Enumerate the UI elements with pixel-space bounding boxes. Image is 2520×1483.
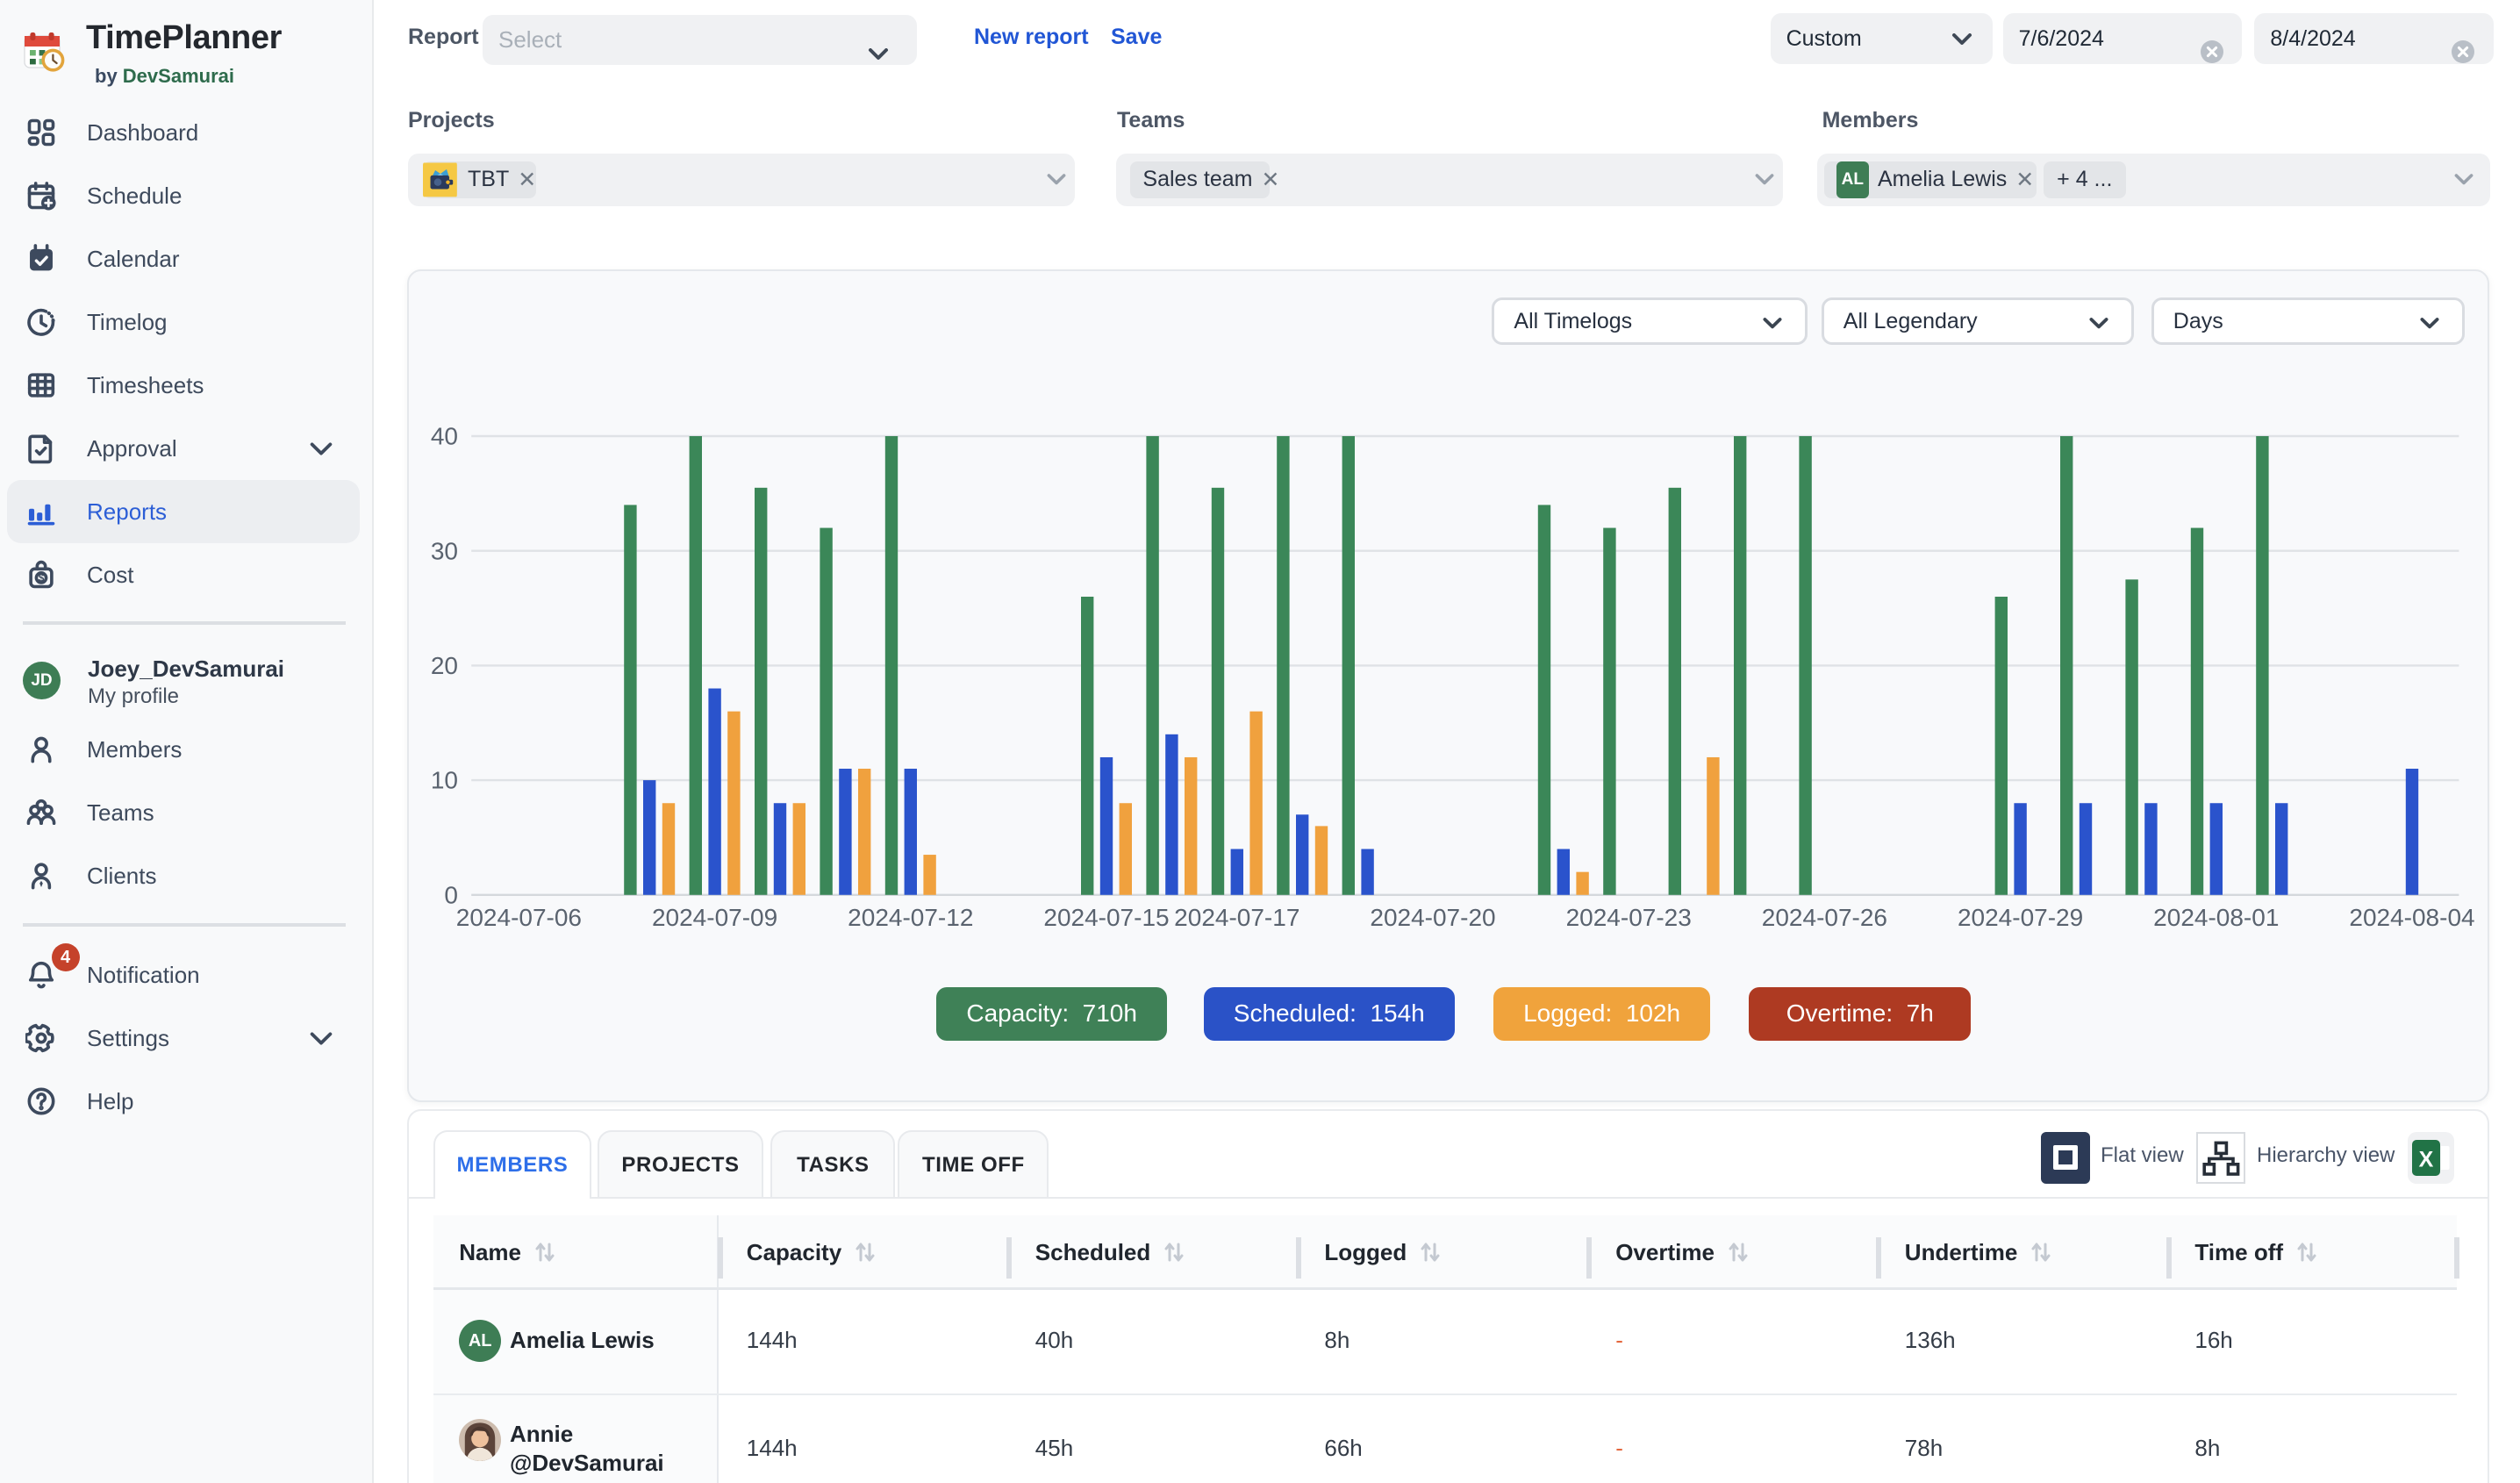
svg-text:2024-07-09: 2024-07-09: [652, 904, 777, 931]
svg-text:2024-07-20: 2024-07-20: [1370, 904, 1495, 931]
svg-text:40: 40: [430, 422, 457, 449]
svg-text:2024-07-26: 2024-07-26: [1761, 904, 1886, 931]
svg-text:2024-07-12: 2024-07-12: [848, 904, 973, 931]
svg-text:20: 20: [430, 652, 457, 679]
svg-text:$: $: [39, 573, 45, 584]
svg-text:10: 10: [430, 766, 457, 793]
svg-text:2024-07-15: 2024-07-15: [1043, 904, 1169, 931]
svg-text:2024-07-29: 2024-07-29: [1958, 904, 2083, 931]
svg-text:2024-08-04: 2024-08-04: [2349, 904, 2474, 931]
svg-text:2024-07-17: 2024-07-17: [1174, 904, 1299, 931]
svg-text:2024-07-23: 2024-07-23: [1565, 904, 1691, 931]
svg-text:2024-08-01: 2024-08-01: [2153, 904, 2279, 931]
svg-text:30: 30: [430, 537, 457, 564]
svg-text:2024-07-06: 2024-07-06: [455, 904, 581, 931]
svg-text:X: X: [2418, 1147, 2433, 1171]
